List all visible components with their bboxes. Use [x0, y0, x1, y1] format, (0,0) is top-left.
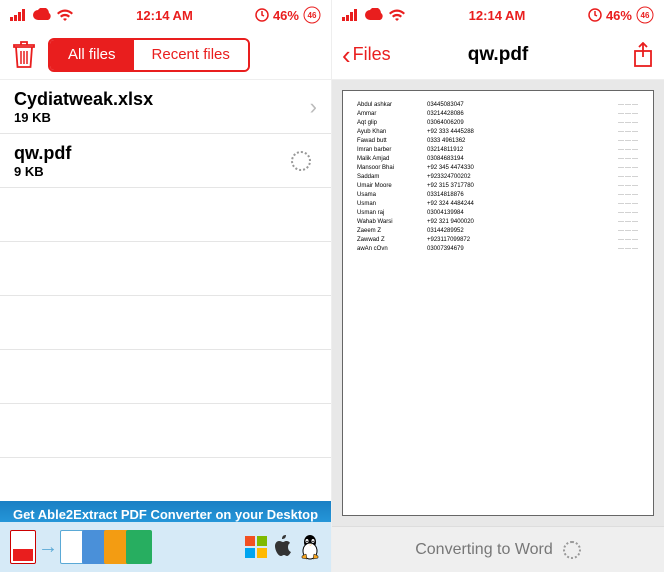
pdf-preview-area[interactable]: Abdul ashkar03445083047———Ammar032144280…	[332, 80, 664, 526]
cloud-icon	[364, 8, 384, 22]
pdf-text-row: Fawad butt0333 4961362———	[357, 137, 639, 146]
pdf-text-row: Malik Amjad03084683194———	[357, 155, 639, 164]
chevron-right-icon: ›	[310, 94, 317, 120]
svg-text:46: 46	[641, 11, 650, 20]
wifi-icon	[388, 8, 406, 22]
pdf-icon	[10, 530, 36, 564]
empty-row	[0, 350, 331, 404]
tab-recent-files[interactable]: Recent files	[134, 40, 248, 70]
status-time: 12:14 AM	[136, 8, 193, 23]
empty-row	[0, 404, 331, 458]
file-name: qw.pdf	[14, 143, 291, 164]
empty-row	[0, 188, 331, 242]
file-filter-tabs: All files Recent files	[48, 38, 250, 72]
delete-button[interactable]	[10, 41, 38, 69]
pdf-text-row: Zawwad Z+923117099872———	[357, 236, 639, 245]
pdf-page: Abdul ashkar03445083047———Ammar032144280…	[342, 90, 654, 516]
file-size: 9 KB	[14, 164, 291, 179]
pdf-text-row: Saddam+923324700202———	[357, 173, 639, 182]
sync-icon	[255, 8, 269, 22]
status-time: 12:14 AM	[469, 8, 526, 23]
signal-icon	[10, 9, 28, 21]
pdf-text-row: Usman raj03004139984———	[357, 209, 639, 218]
screen-pdf-viewer: 12:14 AM 46% 46 ‹ Files qw.pdf Abdul ash…	[332, 0, 664, 572]
pdf-text-row: Wahab Warsi+92 321 9400020———	[357, 218, 639, 227]
signal-icon	[342, 9, 360, 21]
pdf-text-row: Mansoor Bhai+92 345 4474330———	[357, 164, 639, 173]
pdf-text-row: awAn cOvn03007394679———	[357, 245, 639, 254]
linux-icon	[299, 534, 321, 560]
apple-icon	[273, 535, 293, 559]
windows-icon	[245, 536, 267, 558]
pdf-text-row: Umair Moore+92 315 3717780———	[357, 182, 639, 191]
empty-row	[0, 242, 331, 296]
pdf-text-row: Ayub Khan+92 333 4445288———	[357, 128, 639, 137]
promo-banner[interactable]: Get Able2Extract PDF Converter on your D…	[0, 501, 331, 572]
pdf-text-row: Ammar03214428086———	[357, 110, 639, 119]
cloud-icon	[32, 8, 52, 22]
sync-icon	[588, 8, 602, 22]
battery-icon: 46	[636, 6, 654, 24]
status-bar: 12:14 AM 46% 46	[332, 0, 664, 30]
list-item[interactable]: Cydiatweak.xlsx 19 KB ›	[0, 80, 331, 134]
share-button[interactable]	[632, 42, 654, 68]
chevron-left-icon: ‹	[342, 42, 351, 68]
battery-text: 46%	[273, 8, 299, 23]
loading-spinner-icon	[563, 541, 581, 559]
back-label: Files	[353, 44, 391, 65]
file-list: Cydiatweak.xlsx 19 KB › qw.pdf 9 KB	[0, 80, 331, 501]
arrow-icon: →	[38, 536, 58, 559]
loading-spinner-icon	[291, 151, 311, 171]
pdf-text-row: Imran barber03214811912———	[357, 146, 639, 155]
pdf-text-row: Abdul ashkar03445083047———	[357, 101, 639, 110]
file-name: Cydiatweak.xlsx	[14, 89, 310, 110]
excel-icon	[126, 530, 152, 564]
pdf-text-row: Usman+92 324 4484244———	[357, 200, 639, 209]
tab-all-files[interactable]: All files	[50, 40, 134, 70]
svg-text:46: 46	[308, 11, 317, 20]
status-bar: 12:14 AM 46% 46	[0, 0, 331, 30]
toolbar: All files Recent files	[0, 30, 331, 80]
convert-status-text: Converting to Word	[415, 541, 553, 559]
battery-text: 46%	[606, 8, 632, 23]
file-size: 19 KB	[14, 110, 310, 125]
convert-status-bar: Converting to Word	[332, 526, 664, 572]
banner-icons: →	[0, 522, 331, 572]
list-item[interactable]: qw.pdf 9 KB	[0, 134, 331, 188]
screen-files-list: 12:14 AM 46% 46 All files Recent files C…	[0, 0, 332, 572]
wifi-icon	[56, 8, 74, 22]
navbar: ‹ Files qw.pdf	[332, 30, 664, 80]
banner-text: Get Able2Extract PDF Converter on your D…	[0, 501, 331, 522]
pdf-text-row: Zaeem Z03144289952———	[357, 227, 639, 236]
empty-row	[0, 296, 331, 350]
pdf-text-row: Aqt glip03064006209———	[357, 119, 639, 128]
pdf-text-row: Usama03314818876———	[357, 191, 639, 200]
battery-icon: 46	[303, 6, 321, 24]
back-button[interactable]: ‹ Files	[342, 42, 391, 68]
